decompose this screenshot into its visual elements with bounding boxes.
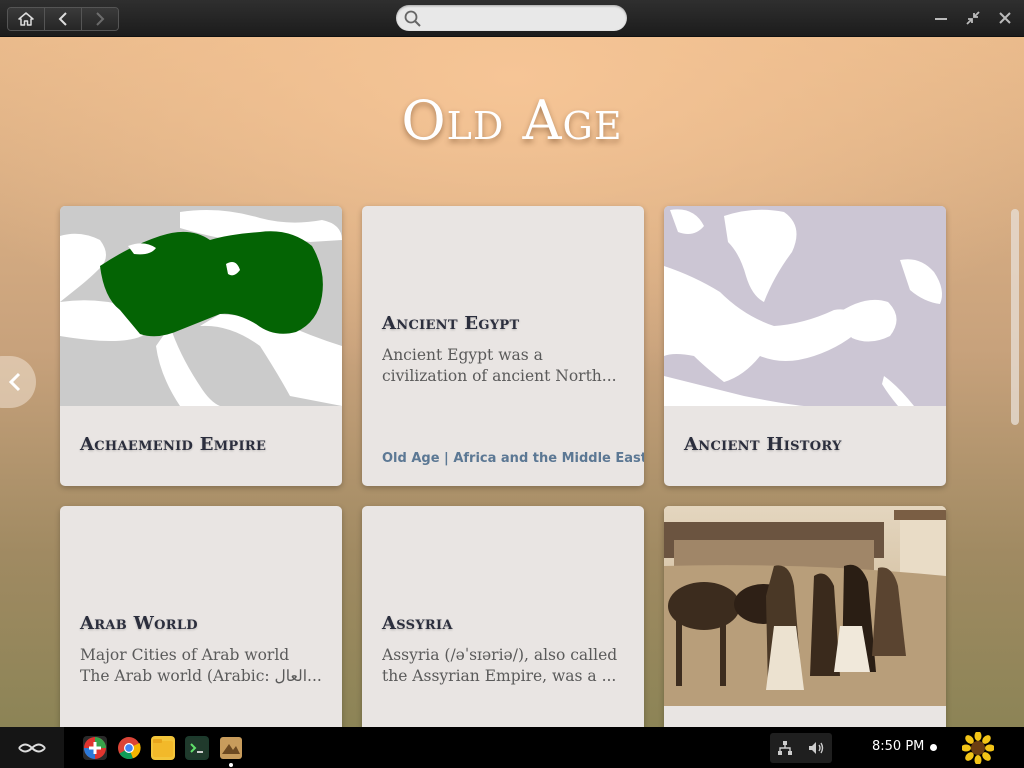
map-achaemenid-empire-image: [60, 206, 342, 406]
volume-icon[interactable]: [807, 740, 825, 756]
sunflower-user-icon[interactable]: [962, 732, 994, 764]
clock[interactable]: 8:50 PM: [872, 739, 924, 754]
card-description-line: The Arab world (Arabic: العال...: [80, 667, 322, 685]
scrollbar[interactable]: [1008, 207, 1022, 727]
card-tags[interactable]: Old Age | Africa and the Middle East: [382, 451, 644, 466]
article-card[interactable]: Achaemenid Empire: [60, 206, 342, 486]
card-description-line: Ancient Egypt was a: [382, 346, 543, 364]
card-title: Achaemenid Empire: [80, 434, 267, 455]
page-title: Old Age: [401, 89, 623, 152]
card-description-line: Assyria (/əˈsɪəriə/), also called: [382, 646, 618, 664]
notification-dot: [930, 744, 937, 751]
encyclopedia-icon: [220, 737, 242, 759]
close-icon: [999, 12, 1011, 24]
card-description-line: the Assyrian Empire, was a ...: [382, 667, 617, 685]
card-title: Arab World: [80, 613, 198, 634]
card-title: Assyria: [382, 613, 453, 634]
forward-arrow-icon: [96, 12, 105, 26]
terminal-launcher[interactable]: [185, 736, 209, 760]
running-indicator: [229, 763, 233, 767]
minimize-button[interactable]: [931, 9, 951, 27]
article-card[interactable]: [664, 506, 946, 727]
close-button[interactable]: [995, 9, 1015, 27]
card-description-line: Major Cities of Arab world: [80, 646, 290, 664]
home-icon: [18, 12, 34, 26]
historic-photo-image: [664, 506, 946, 706]
card-description: Assyria (/əˈsɪəriə/), also called the As…: [382, 645, 630, 687]
nav-button-group: [7, 7, 119, 31]
forward-button[interactable]: [82, 8, 118, 30]
app-store-icon: [84, 737, 106, 759]
back-arrow-icon: [58, 12, 67, 26]
search-input[interactable]: [426, 8, 620, 30]
app-menu-button[interactable]: [0, 727, 64, 768]
card-title: Ancient History: [684, 434, 842, 455]
chrome-icon: [118, 737, 141, 760]
minimize-icon: [935, 18, 947, 20]
map-europe-mediterranean-image: [664, 206, 946, 406]
network-icon[interactable]: [777, 740, 793, 756]
card-description: Ancient Egypt was a civilization of anci…: [382, 345, 630, 387]
search-icon: [404, 10, 421, 27]
back-button[interactable]: [45, 8, 82, 30]
article-card[interactable]: Ancient History: [664, 206, 946, 486]
terminal-icon: [186, 738, 208, 758]
scrollbar-thumb[interactable]: [1011, 209, 1019, 425]
unmaximize-button[interactable]: [963, 9, 983, 27]
app-store-launcher[interactable]: [83, 736, 107, 760]
taskbar: 8:50 PM: [0, 727, 1024, 768]
home-button[interactable]: [8, 8, 45, 30]
previous-page-button[interactable]: [0, 356, 36, 408]
chevron-left-icon: [8, 372, 21, 392]
files-launcher[interactable]: [151, 736, 175, 760]
search-box[interactable]: [396, 5, 627, 31]
chrome-launcher[interactable]: [117, 736, 141, 760]
card-description-line: civilization of ancient North...: [382, 367, 617, 385]
system-tray[interactable]: [770, 733, 832, 763]
encyclopedia-launcher[interactable]: [219, 736, 243, 760]
article-card[interactable]: Assyria Assyria (/əˈsɪəriə/), also calle…: [362, 506, 644, 727]
article-card[interactable]: Ancient Egypt Ancient Egypt was a civili…: [362, 206, 644, 486]
card-title: Ancient Egypt: [382, 313, 520, 334]
title-bar: [0, 0, 1024, 37]
files-icon: [153, 739, 173, 757]
endless-logo-icon: [18, 743, 46, 752]
unmaximize-icon: [966, 11, 980, 25]
card-description: Major Cities of Arab world The Arab worl…: [80, 645, 328, 687]
main-content: Old Age Achaemenid Empire Ancient Egypt …: [0, 37, 1024, 727]
article-card[interactable]: Arab World Major Cities of Arab world Th…: [60, 506, 342, 727]
